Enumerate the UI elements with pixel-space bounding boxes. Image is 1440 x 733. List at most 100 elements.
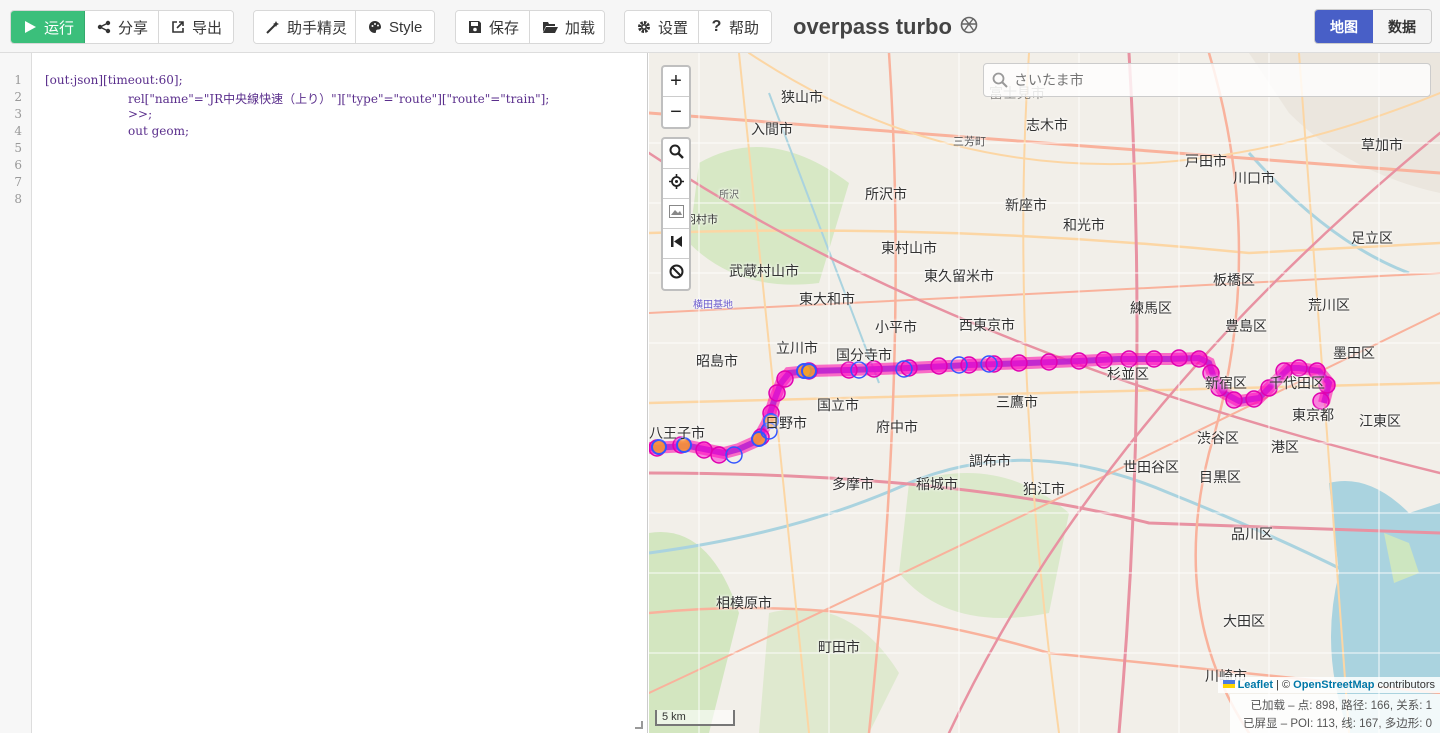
line-number: 2 [14, 90, 22, 104]
map-label: 八王子市 [649, 426, 705, 442]
export-button[interactable]: 导出 [159, 11, 233, 43]
query-editor[interactable]: 1 2 3 4 5 6 7 8 [out:json][timeout:60]; … [0, 53, 648, 733]
settings-help-group: 设置 ? 帮助 [624, 10, 772, 44]
style-button[interactable]: Style [356, 11, 434, 43]
share-icon [97, 19, 111, 35]
map-label: 相模原市 [716, 596, 772, 612]
map-label: 三芳町 [953, 135, 986, 148]
map-label: 墨田区 [1333, 346, 1375, 362]
line-number: 1 [14, 73, 22, 87]
locate-me-button[interactable] [663, 169, 689, 199]
data-stats: 已加载 – 点: 898, 路径: 166, 关系: 1 已屏显 – POI: … [1230, 694, 1440, 733]
map-label: 千代田区 [1269, 376, 1325, 392]
zoom-out-button[interactable]: − [663, 97, 689, 127]
crosshair-icon [668, 173, 684, 194]
map-label: 調布市 [969, 454, 1011, 470]
palette-icon [368, 19, 382, 35]
search-location-button[interactable] [663, 139, 689, 169]
map-search-input[interactable] [1014, 70, 1414, 92]
map-tool-controls [661, 137, 691, 291]
line-number: 7 [14, 175, 22, 189]
tab-map[interactable]: 地图 [1315, 10, 1373, 43]
help-button[interactable]: ? 帮助 [699, 11, 771, 43]
map-attribution: Leaflet | © OpenStreetMap contributors [1217, 677, 1440, 693]
logo-icon [960, 14, 978, 40]
save-icon [468, 19, 482, 35]
app-title-text: overpass turbo [793, 14, 952, 39]
run-label: 运行 [44, 19, 75, 37]
wizard-label: 助手精灵 [287, 19, 348, 37]
map-label: 大田区 [1223, 614, 1265, 630]
stats-loaded: 已加载 – 点: 898, 路径: 166, 关系: 1 [1250, 700, 1432, 712]
clear-data-button[interactable] [663, 259, 689, 289]
load-button[interactable]: 加载 [530, 11, 604, 43]
wizard-style-group: 助手精灵 Style [253, 10, 435, 44]
step-backward-icon [670, 235, 683, 253]
map-label: 渋谷区 [1197, 431, 1239, 447]
attribution-separator: | © [1273, 679, 1294, 691]
zoom-control: + − [661, 65, 691, 129]
help-label: 帮助 [728, 19, 759, 37]
map-label: 入間市 [751, 122, 793, 138]
map-label: 東村山市 [881, 241, 937, 257]
map-label: 練馬区 [1130, 301, 1172, 317]
map-label: 品川区 [1231, 527, 1273, 543]
save-button[interactable]: 保存 [456, 11, 530, 43]
map-view[interactable]: 狭山市 入間市 富士見市 志木市 三芳町 戸田市 川口市 草加市 所沢市 新座市… [649, 53, 1440, 733]
image-icon [668, 204, 684, 223]
save-label: 保存 [489, 19, 520, 37]
attribution-contributors: contributors [1374, 679, 1435, 691]
map-scale: 5 km [655, 710, 735, 726]
line-number: 6 [14, 158, 22, 172]
map-label: 狛江市 [1023, 482, 1065, 498]
map-label: 豊島区 [1225, 319, 1267, 335]
map-label: 所沢 [719, 190, 739, 201]
export-label: 导出 [192, 19, 223, 37]
map-label: 所沢市 [865, 187, 907, 203]
export-image-button[interactable] [663, 199, 689, 229]
line-number: 4 [14, 124, 22, 138]
map-label: 新座市 [1005, 198, 1047, 214]
osm-link[interactable]: OpenStreetMap [1293, 679, 1374, 691]
map-search-box[interactable] [983, 63, 1431, 97]
run-share-export-group: 运行 分享 导出 [10, 10, 234, 44]
view-tabs: 地图 数据 [1314, 9, 1432, 44]
map-label: 志木市 [1026, 118, 1068, 134]
resize-handle[interactable] [635, 721, 643, 729]
magic-wand-icon [266, 19, 280, 35]
run-button[interactable]: 运行 [11, 11, 85, 43]
settings-button[interactable]: 设置 [625, 11, 699, 43]
wizard-button[interactable]: 助手精灵 [254, 11, 356, 43]
settings-label: 设置 [658, 19, 689, 37]
map-label: 町田市 [818, 640, 860, 656]
map-label: 稲城市 [916, 477, 958, 493]
code-line: >>; [128, 107, 153, 121]
map-label: 横田基地 [693, 300, 733, 311]
reset-view-button[interactable] [663, 229, 689, 259]
toolbar: 运行 分享 导出 助手精灵 Style 保存 加载 设置 ? 帮助 overpa… [0, 0, 1440, 53]
leaflet-link[interactable]: Leaflet [1238, 679, 1273, 691]
map-label: 新宿区 [1205, 376, 1247, 392]
map-label: 江東区 [1359, 414, 1401, 430]
zoom-in-button[interactable]: + [663, 67, 689, 97]
share-label: 分享 [118, 19, 149, 37]
map-label: 立川市 [776, 341, 818, 357]
map-label: 小平市 [875, 320, 917, 336]
map-label: 昭島市 [696, 354, 738, 370]
map-label: 日野市 [765, 416, 807, 432]
map-label: 草加市 [1361, 138, 1403, 154]
tab-data[interactable]: 数据 [1373, 10, 1431, 43]
code-line: rel["name"="JR中央線快速（上り）"]["type"="route"… [128, 92, 550, 106]
map-label: 三鷹市 [996, 395, 1038, 411]
share-button[interactable]: 分享 [85, 11, 159, 43]
map-label: 国立市 [817, 398, 859, 414]
map-label: 板橋区 [1213, 273, 1255, 289]
minus-icon: − [670, 100, 682, 123]
map-label: 国分寺市 [836, 348, 892, 364]
search-icon [992, 72, 1008, 88]
line-number-gutter: 1 2 3 4 5 6 7 8 [0, 53, 32, 733]
map-label: 足立区 [1351, 231, 1393, 247]
map-label: 府中市 [876, 420, 918, 436]
magnifier-icon [669, 144, 684, 164]
gear-icon [637, 19, 651, 35]
